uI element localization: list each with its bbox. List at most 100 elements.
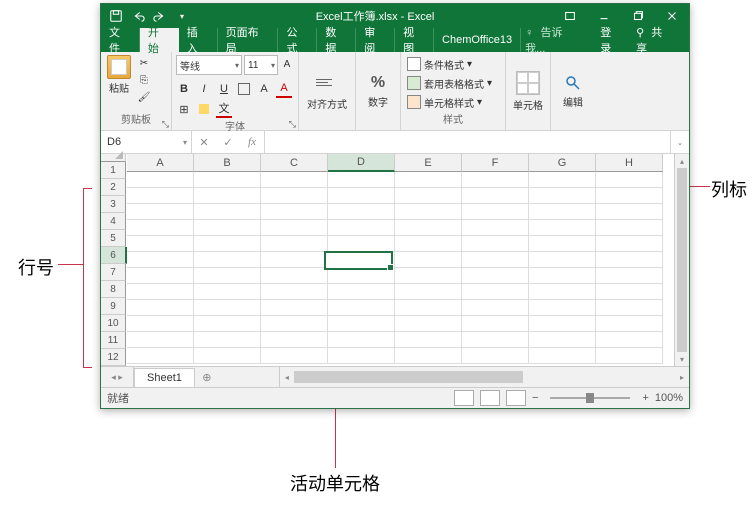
cell[interactable] — [328, 332, 395, 348]
cell[interactable] — [127, 268, 194, 284]
cell[interactable] — [261, 268, 328, 284]
cell[interactable] — [194, 316, 261, 332]
format-as-table-button[interactable]: 套用表格格式 ▾ — [407, 75, 492, 92]
zoom-handle[interactable] — [586, 393, 594, 403]
cell[interactable] — [261, 204, 328, 220]
cell[interactable] — [462, 236, 529, 252]
cell-styles-button[interactable]: 单元格样式 ▾ — [407, 94, 482, 111]
cell[interactable] — [328, 300, 395, 316]
cell[interactable] — [462, 220, 529, 236]
cell[interactable] — [194, 348, 261, 364]
cell[interactable] — [529, 204, 596, 220]
cell[interactable] — [261, 188, 328, 204]
cell[interactable] — [328, 236, 395, 252]
scroll-up-icon[interactable]: ▴ — [675, 154, 689, 168]
cell[interactable] — [596, 332, 663, 348]
cell[interactable] — [596, 252, 663, 268]
row-header[interactable]: 2 — [101, 179, 126, 196]
cell[interactable] — [462, 252, 529, 268]
add-sheet-icon[interactable]: ⊕ — [195, 367, 219, 387]
fill-color-icon[interactable]: A — [256, 81, 272, 97]
cell[interactable] — [194, 332, 261, 348]
tab-insert[interactable]: 插入 — [179, 28, 218, 52]
cell[interactable] — [529, 252, 596, 268]
cell[interactable] — [462, 332, 529, 348]
tab-data[interactable]: 数据 — [317, 28, 356, 52]
cell[interactable] — [529, 268, 596, 284]
cell[interactable] — [127, 188, 194, 204]
row-header[interactable]: 8 — [101, 281, 126, 298]
cell[interactable] — [462, 188, 529, 204]
cell[interactable] — [529, 172, 596, 188]
cell[interactable] — [194, 252, 261, 268]
cell[interactable] — [127, 284, 194, 300]
share-button[interactable]: ⚲ 共享 — [632, 24, 681, 56]
select-all-corner[interactable] — [101, 154, 126, 162]
cell[interactable] — [127, 220, 194, 236]
column-header[interactable]: A — [127, 154, 194, 172]
horizontal-scrollbar[interactable]: ◂ ▸ — [279, 367, 689, 387]
cell[interactable] — [127, 332, 194, 348]
cell[interactable] — [529, 316, 596, 332]
cell[interactable] — [395, 300, 462, 316]
scroll-right-icon[interactable]: ▸ — [675, 373, 689, 382]
normal-view-icon[interactable] — [454, 390, 474, 406]
column-header[interactable]: F — [462, 154, 529, 172]
tab-file[interactable]: 文件 — [101, 28, 140, 52]
cell[interactable] — [529, 332, 596, 348]
row-header[interactable]: 12 — [101, 349, 126, 366]
cut-icon[interactable]: ✂ — [135, 55, 153, 71]
cell[interactable] — [395, 252, 462, 268]
cell[interactable] — [395, 236, 462, 252]
enter-formula-icon[interactable]: ✓ — [216, 136, 240, 149]
paste-button[interactable]: 粘贴 — [105, 55, 133, 105]
cell[interactable] — [194, 188, 261, 204]
cell[interactable] — [328, 204, 395, 220]
page-break-view-icon[interactable] — [506, 390, 526, 406]
font-launcher-icon[interactable]: ⤡ — [289, 119, 296, 130]
cell[interactable] — [462, 300, 529, 316]
column-header[interactable]: G — [529, 154, 596, 172]
cell[interactable] — [596, 172, 663, 188]
row-header[interactable]: 5 — [101, 230, 126, 247]
save-icon[interactable] — [107, 7, 125, 25]
wenzi-icon[interactable]: 文 — [216, 100, 232, 118]
cancel-formula-icon[interactable]: ✕ — [192, 136, 216, 149]
increase-font-icon[interactable]: A — [280, 55, 294, 73]
conditional-formatting-button[interactable]: 条件格式 ▾ — [407, 56, 472, 73]
cell[interactable] — [328, 348, 395, 364]
cell[interactable] — [596, 348, 663, 364]
cell[interactable] — [127, 348, 194, 364]
cell[interactable] — [596, 316, 663, 332]
cell[interactable] — [395, 204, 462, 220]
cell[interactable] — [328, 268, 395, 284]
tab-chemoffice[interactable]: ChemOffice13 — [434, 28, 521, 52]
editing-label[interactable]: 编辑 — [563, 94, 583, 109]
cell[interactable] — [529, 300, 596, 316]
row-header[interactable]: 3 — [101, 196, 126, 213]
column-header[interactable]: C — [261, 154, 328, 172]
cells-label[interactable]: 单元格 — [513, 97, 543, 112]
cell[interactable] — [328, 284, 395, 300]
cell[interactable] — [261, 300, 328, 316]
cell[interactable] — [462, 268, 529, 284]
expand-formula-bar-icon[interactable]: ⌄ — [670, 131, 689, 153]
row-header[interactable]: 10 — [101, 315, 126, 332]
cell[interactable] — [596, 284, 663, 300]
column-header[interactable]: E — [395, 154, 462, 172]
cell[interactable] — [127, 300, 194, 316]
cell[interactable] — [261, 236, 328, 252]
cell[interactable] — [395, 220, 462, 236]
cell[interactable] — [529, 220, 596, 236]
cell[interactable] — [395, 348, 462, 364]
italic-button[interactable]: I — [196, 81, 212, 97]
row-header[interactable]: 9 — [101, 298, 126, 315]
cell[interactable] — [596, 300, 663, 316]
cell[interactable] — [529, 284, 596, 300]
vertical-scrollbar[interactable]: ▴ ▾ — [674, 154, 689, 366]
row-header[interactable]: 1 — [101, 162, 126, 179]
collapse-ribbon-icon[interactable]: ⌃ — [677, 395, 685, 406]
cell[interactable] — [395, 284, 462, 300]
bold-button[interactable]: B — [176, 81, 192, 97]
font-color-icon[interactable]: A — [276, 80, 292, 98]
